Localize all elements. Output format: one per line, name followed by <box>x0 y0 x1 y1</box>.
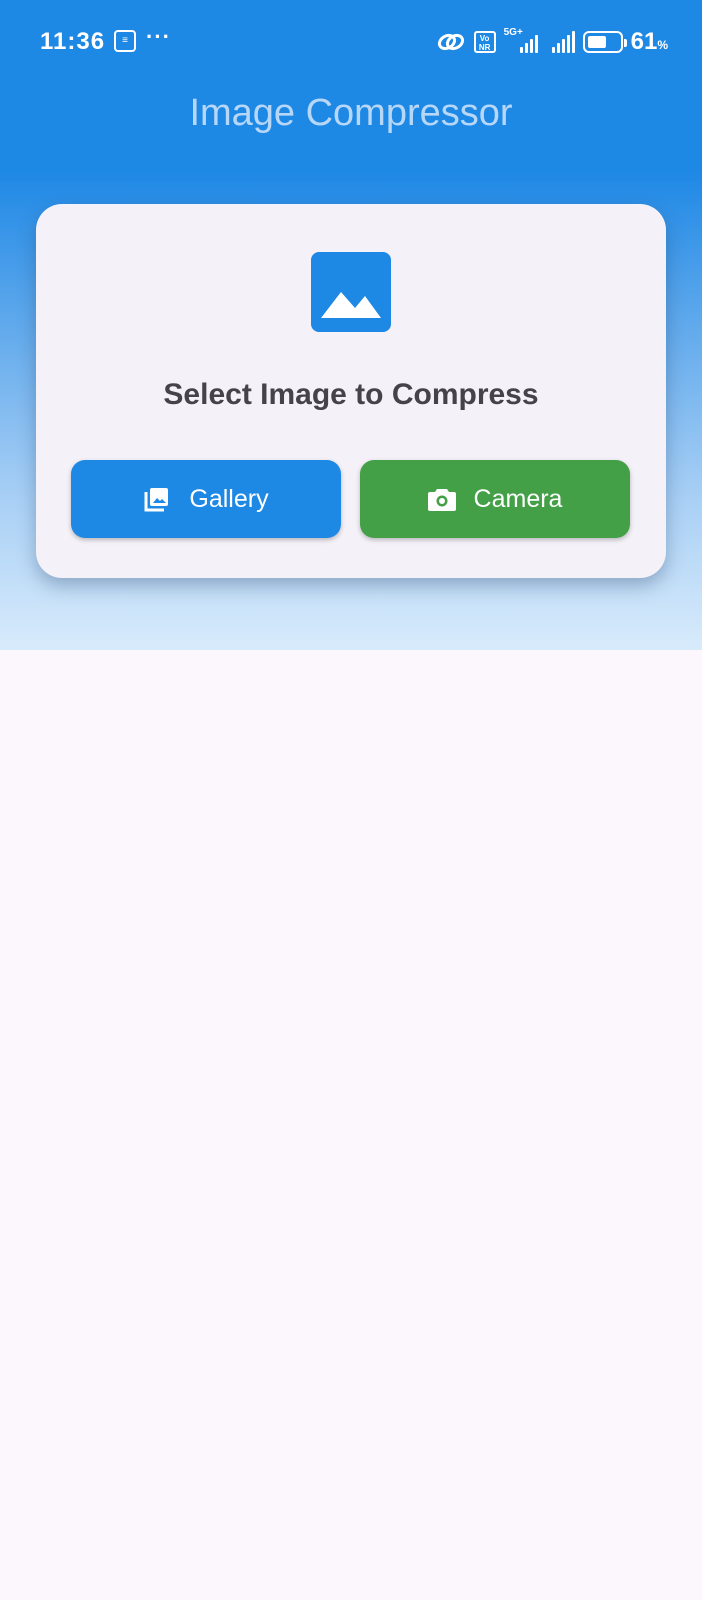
battery-level-fill <box>587 36 606 48</box>
camera-button-label: Camera <box>473 484 563 513</box>
image-icon <box>311 252 391 332</box>
sim-toolkit-icon: ≡ <box>114 30 136 52</box>
card-heading: Select Image to Compress <box>163 378 539 411</box>
status-right-icons: Vo NR 5G+ 61% <box>436 27 668 56</box>
gallery-button[interactable]: Gallery <box>71 460 341 538</box>
more-notifications-icon: ··· <box>146 24 171 49</box>
content-area <box>0 650 702 1600</box>
gallery-button-label: Gallery <box>189 484 269 513</box>
status-left-icons: ≡ ··· <box>114 24 171 52</box>
link-icon <box>437 33 464 51</box>
status-bar: 11:36 ≡ ··· Vo NR 5G+ 61% <box>0 0 702 84</box>
app-title: Image Compressor <box>189 92 513 134</box>
select-image-card: Select Image to Compress Gallery Camera <box>36 204 666 578</box>
camera-button[interactable]: Camera <box>360 460 630 538</box>
app-screen: 11:36 ≡ ··· Vo NR 5G+ 61% Image Compress… <box>0 0 702 1600</box>
signal-icon <box>551 31 575 53</box>
battery-icon <box>582 31 627 53</box>
signal-5g-icon: 5G+ <box>504 27 544 53</box>
battery-percent: 61% <box>630 28 668 55</box>
camera-icon <box>427 489 456 511</box>
network-type-label: 5G+ <box>503 27 523 38</box>
volte-icon: Vo NR <box>473 31 496 53</box>
photo-library-icon <box>144 488 169 512</box>
status-time: 11:36 <box>40 28 106 55</box>
